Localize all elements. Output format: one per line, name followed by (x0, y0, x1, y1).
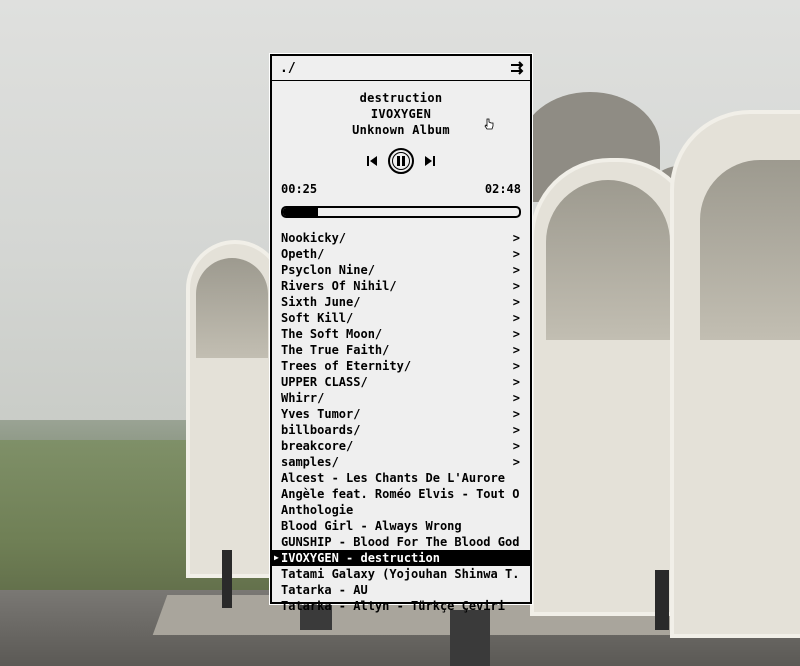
folder-name: Nookicky/ (281, 231, 347, 245)
current-path: ./ (280, 60, 296, 76)
skip-previous-icon (367, 156, 377, 166)
file-name: IVOXYGEN - destruction (281, 551, 440, 565)
chevron-right-icon: > (512, 327, 520, 341)
folder-name: samples/ (281, 455, 339, 469)
arch-opening (546, 180, 670, 340)
folder-item[interactable]: breakcore/ > (272, 438, 530, 454)
chevron-right-icon: > (512, 455, 520, 469)
chevron-right-icon: > (512, 279, 520, 293)
bench-post (222, 550, 232, 608)
file-item-playing[interactable]: ▶ IVOXYGEN - destruction (272, 550, 530, 566)
music-player-window: ./ destruction IVOXYGEN Unknown Album 00… (269, 53, 533, 613)
folder-item[interactable]: Yves Tumor/ > (272, 406, 530, 422)
file-item[interactable]: GUNSHIP - Blood For The Blood God.. (272, 534, 530, 550)
file-item[interactable]: Tatami Galaxy (Yojouhan Shinwa T.. (272, 566, 530, 582)
previous-track-button[interactable] (366, 155, 378, 167)
folder-item[interactable]: samples/ > (272, 454, 530, 470)
time-display: 00:25 02:48 (272, 182, 530, 196)
play-marker-icon: ▶ (274, 553, 279, 562)
seek-bar[interactable] (281, 206, 521, 218)
total-duration: 02:48 (484, 182, 521, 196)
skip-next-icon (425, 156, 435, 166)
pause-icon (397, 156, 405, 166)
file-item[interactable]: Tatarka - AU (272, 582, 530, 598)
file-item[interactable]: Alcest - Les Chants De L'Aurore (272, 470, 530, 486)
bench-post (450, 610, 490, 666)
chevron-right-icon: > (512, 343, 520, 357)
folder-name: The True Faith/ (281, 343, 390, 357)
shuffle-icon[interactable] (509, 60, 525, 76)
next-track-button[interactable] (424, 155, 436, 167)
chevron-right-icon: > (512, 295, 520, 309)
file-item[interactable]: Angèle feat. Roméo Elvis - Tout Ou.. (272, 486, 530, 502)
folder-name: billboards/ (281, 423, 361, 437)
folder-name: UPPER CLASS/ (281, 375, 368, 389)
arch-opening (196, 258, 268, 358)
folder-name: Trees of Eternity/ (281, 359, 412, 373)
folder-item[interactable]: The Soft Moon/ > (272, 326, 530, 342)
file-name: Anthologie (281, 503, 354, 517)
file-name: Tatami Galaxy (Yojouhan Shinwa T.. (281, 567, 520, 581)
folder-name: Sixth June/ (281, 295, 361, 309)
chevron-right-icon: > (512, 375, 520, 389)
bench-post (655, 570, 669, 630)
seek-bar-fill (283, 208, 319, 216)
folder-item[interactable]: Trees of Eternity/ > (272, 358, 530, 374)
file-item[interactable]: Anthologie (272, 502, 530, 518)
folder-item[interactable]: Whirr/ > (272, 390, 530, 406)
folder-name: Whirr/ (281, 391, 325, 405)
folder-name: The Soft Moon/ (281, 327, 383, 341)
track-title: destruction (359, 91, 443, 105)
chevron-right-icon: > (512, 391, 520, 405)
file-name: Angèle feat. Roméo Elvis - Tout Ou.. (281, 487, 520, 501)
chevron-right-icon: > (512, 439, 520, 453)
folder-name: Soft Kill/ (281, 311, 354, 325)
chevron-right-icon: > (512, 231, 520, 245)
folder-item[interactable]: UPPER CLASS/ > (272, 374, 530, 390)
chevron-right-icon: > (512, 263, 520, 277)
chevron-right-icon: > (512, 311, 520, 325)
folder-name: Opeth/ (281, 247, 325, 261)
folder-item[interactable]: Nookicky/ > (272, 230, 530, 246)
file-name: Alcest - Les Chants De L'Aurore (281, 471, 505, 485)
file-browser-list: Nookicky/> Opeth/> Psyclon Nine/> Rivers Of… (272, 230, 530, 614)
file-item[interactable]: Tatarka - Altyn - Türkçe Çeviri (272, 598, 530, 614)
folder-name: breakcore/ (281, 439, 354, 453)
chevron-right-icon: > (512, 423, 520, 437)
elapsed-time: 00:25 (281, 182, 318, 196)
folder-item[interactable]: Psyclon Nine/ > (272, 262, 530, 278)
chevron-right-icon: > (512, 247, 520, 261)
folder-item[interactable]: Rivers Of Nihil/ > (272, 278, 530, 294)
folder-name: Yves Tumor/ (281, 407, 361, 421)
folder-item[interactable]: Opeth/ > (272, 246, 530, 262)
chevron-right-icon: > (512, 359, 520, 373)
file-item[interactable]: Blood Girl - Always Wrong (272, 518, 530, 534)
file-name: GUNSHIP - Blood For The Blood God.. (281, 535, 520, 549)
folder-item[interactable]: Sixth June/ > (272, 294, 530, 310)
file-name: Blood Girl - Always Wrong (281, 519, 462, 533)
folder-name: Psyclon Nine/ (281, 263, 375, 277)
mouse-cursor-icon (484, 118, 494, 130)
file-name: Tatarka - AU (281, 583, 368, 597)
arch-opening (700, 160, 800, 340)
playback-controls (272, 146, 530, 176)
chevron-right-icon: > (512, 407, 520, 421)
file-name: Tatarka - Altyn - Türkçe Çeviri (281, 599, 505, 613)
folder-name: Rivers Of Nihil/ (281, 279, 397, 293)
title-bar: ./ (272, 56, 530, 81)
folder-item[interactable]: Soft Kill/ > (272, 310, 530, 326)
pause-button[interactable] (388, 148, 414, 174)
folder-item[interactable]: The True Faith/ > (272, 342, 530, 358)
folder-item[interactable]: billboards/ > (272, 422, 530, 438)
